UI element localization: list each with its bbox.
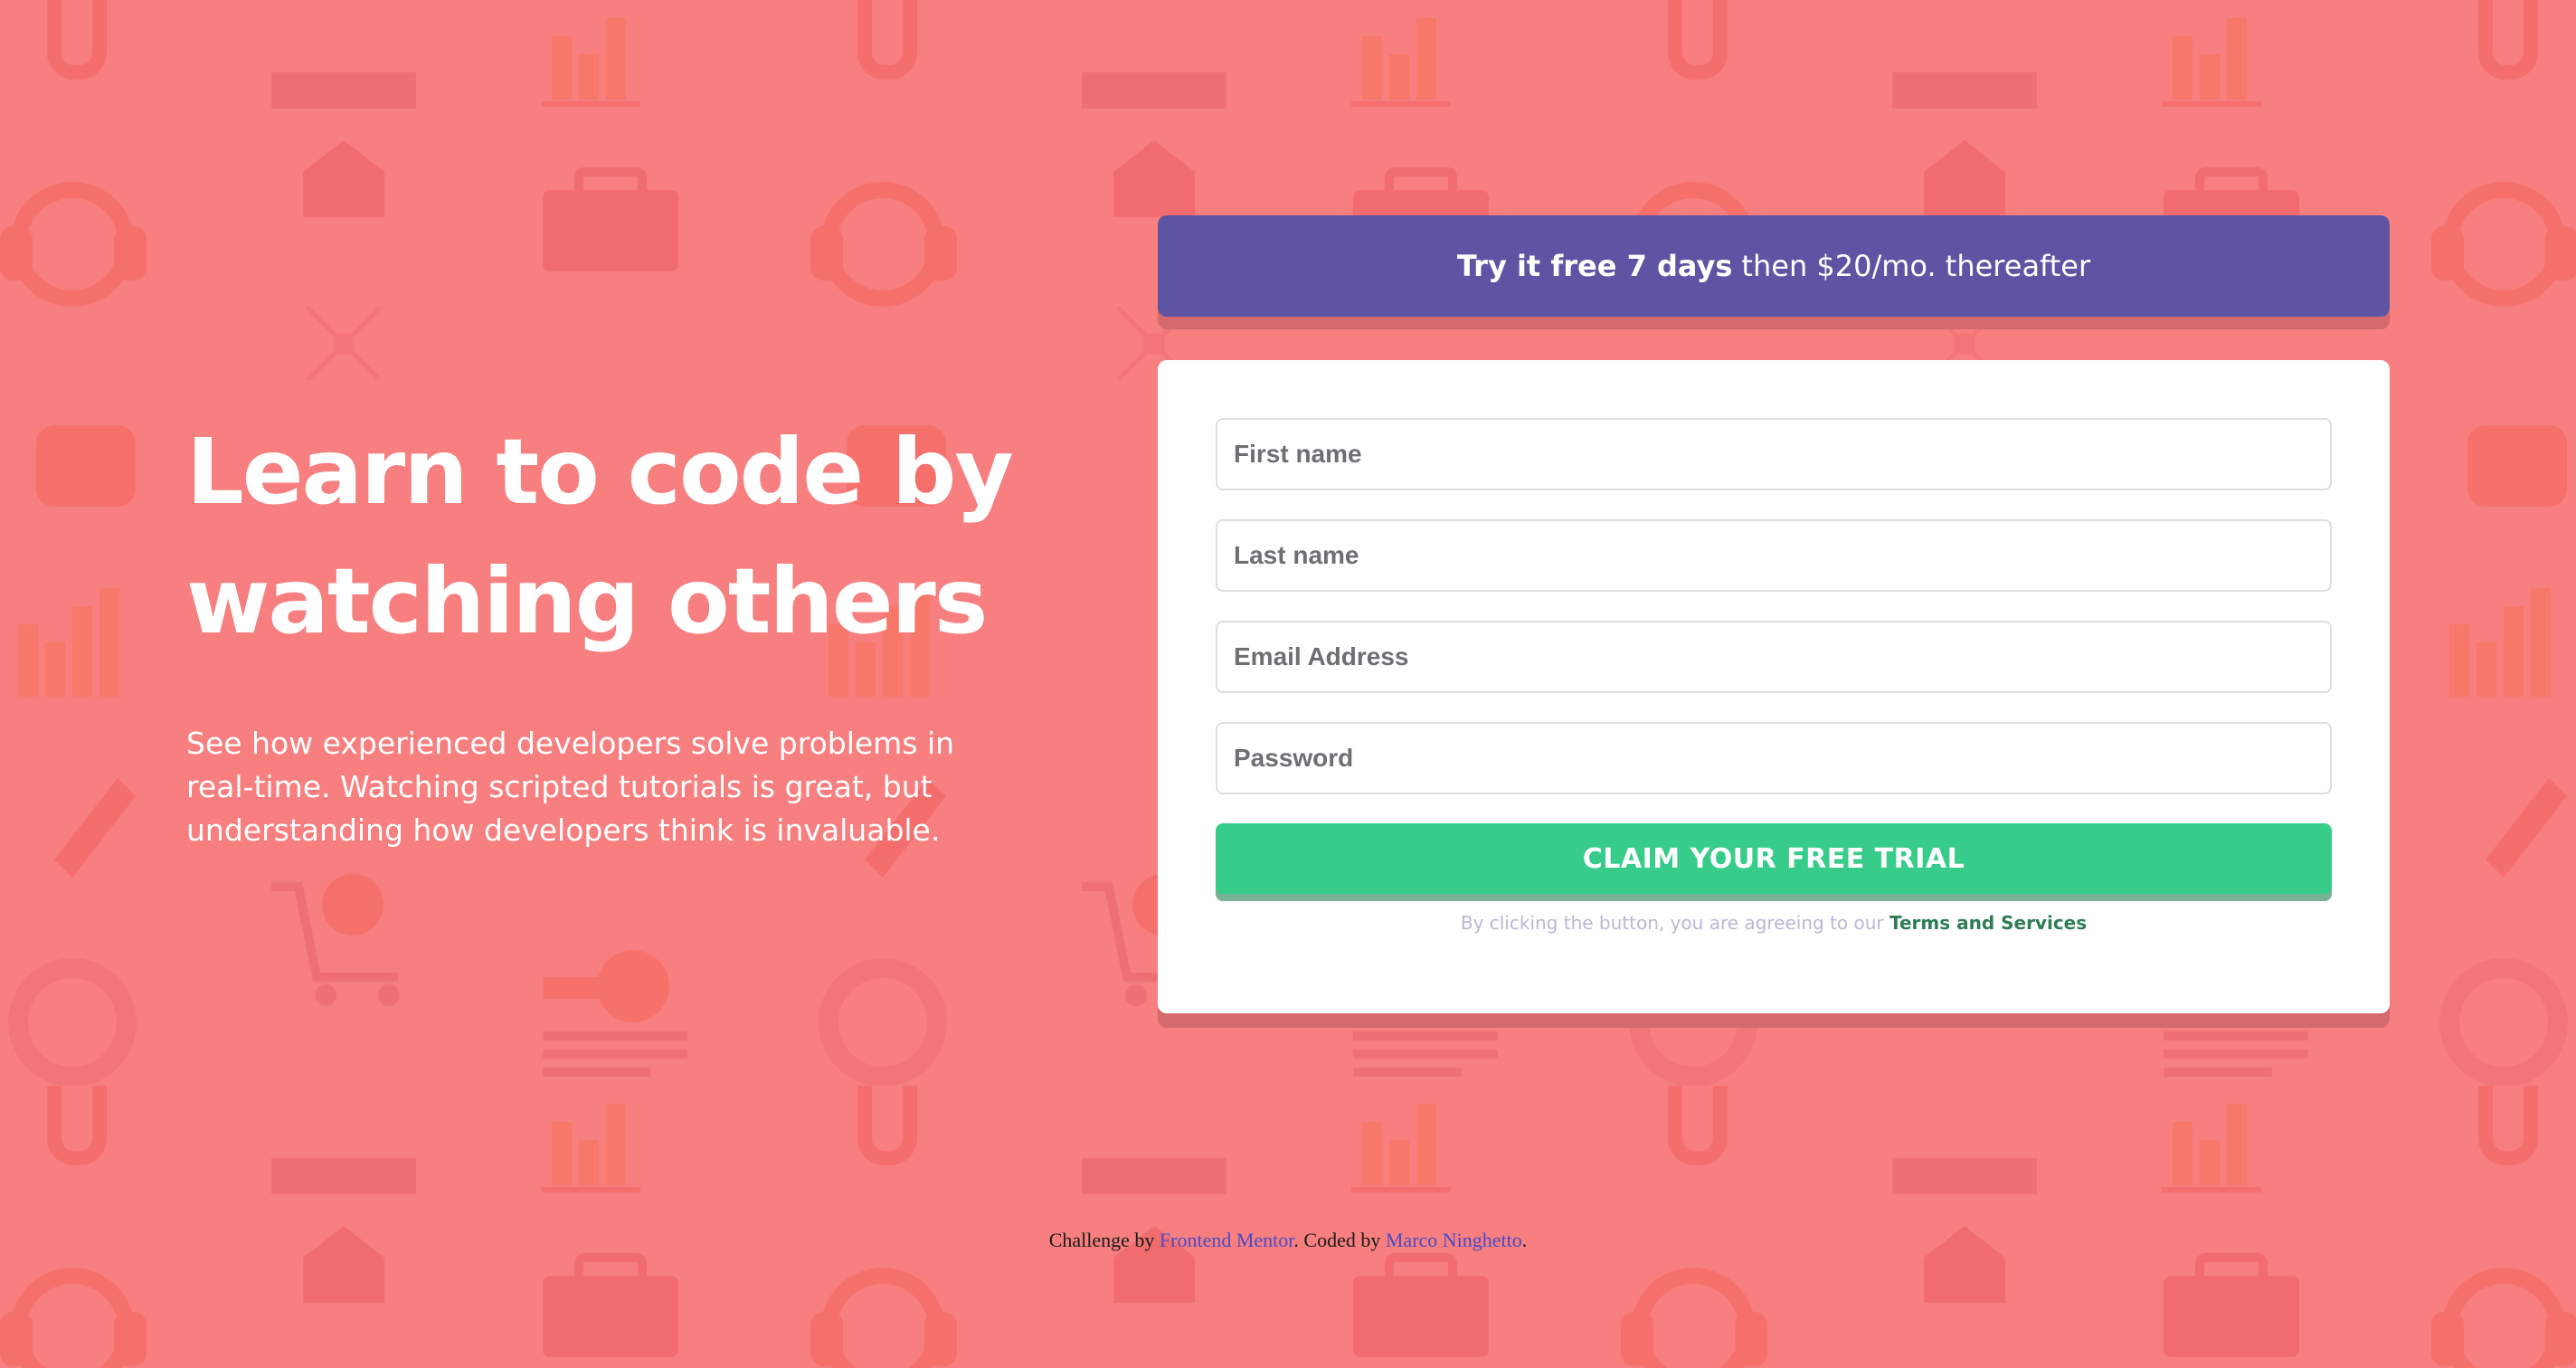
author-link[interactable]: Marco Ninghetto bbox=[1386, 1229, 1522, 1251]
frontend-mentor-link[interactable]: Frontend Mentor bbox=[1160, 1229, 1294, 1251]
terms-prefix-text: By clicking the button, you are agreeing… bbox=[1460, 912, 1884, 934]
email-input[interactable] bbox=[1216, 621, 2332, 693]
password-input[interactable] bbox=[1216, 722, 2332, 794]
hero-title: Learn to code by watching others bbox=[186, 419, 1014, 654]
promo-bold-text: Try it free 7 days bbox=[1456, 249, 1733, 283]
first-name-input[interactable] bbox=[1216, 418, 2332, 490]
terms-notice: By clicking the button, you are agreeing… bbox=[1158, 912, 2390, 934]
last-name-input[interactable] bbox=[1216, 519, 2332, 592]
terms-link[interactable]: Terms and Services bbox=[1889, 912, 2087, 934]
claim-trial-button[interactable]: CLAIM YOUR FREE TRIAL bbox=[1216, 823, 2332, 894]
attribution-suffix: . bbox=[1521, 1229, 1528, 1251]
attribution: Challenge by Frontend Mentor. Coded by M… bbox=[0, 1229, 2576, 1252]
attribution-middle: . Coded by bbox=[1293, 1229, 1381, 1251]
promo-banner: Try it free 7 days then $20/mo. thereaft… bbox=[1158, 215, 2390, 317]
promo-price-text: then $20/mo. thereafter bbox=[1741, 249, 2091, 283]
attribution-prefix: Challenge by bbox=[1048, 1229, 1155, 1251]
hero-description: See how experienced developers solve pro… bbox=[186, 726, 955, 848]
signup-form: CLAIM YOUR FREE TRIAL By clicking the bu… bbox=[1158, 360, 2390, 1013]
